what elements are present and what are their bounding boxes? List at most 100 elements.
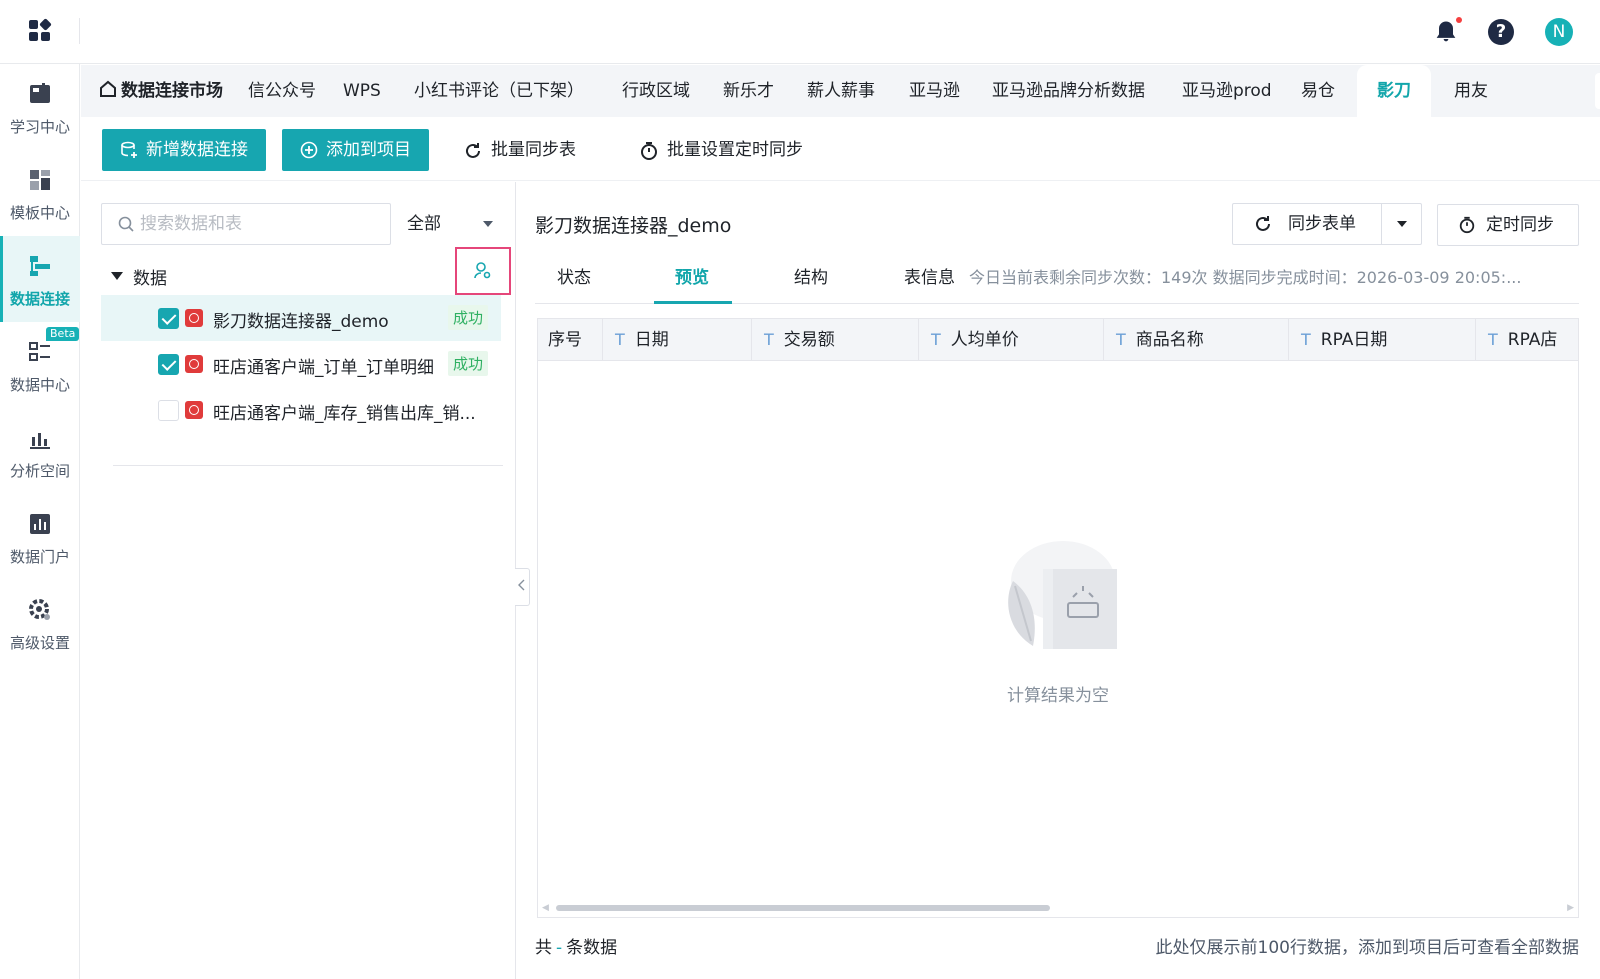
- row-count-value: -: [556, 938, 563, 958]
- sync-dropdown-button[interactable]: [1381, 204, 1421, 244]
- user-permission-button[interactable]: [455, 247, 511, 295]
- nav-item-settings[interactable]: 高级设置: [0, 580, 80, 666]
- batch-schedule-button[interactable]: 批量设置定时同步: [639, 129, 803, 171]
- text-type-icon: T: [764, 330, 774, 349]
- column-header[interactable]: T RPA店: [1476, 319, 1578, 360]
- nav-label: 数据连接: [9, 290, 70, 308]
- nav-label: 分析空间: [9, 462, 70, 480]
- content-tabs: 状态 预览 结构 表信息 今日当前表剩余同步次数：149次 数据同步完成时间：2…: [535, 258, 1579, 304]
- empty-state-illustration: [1008, 541, 1117, 649]
- row-label: 影刀数据连接器_demo: [213, 312, 389, 332]
- column-label: RPA店: [1507, 330, 1558, 350]
- home-icon: [100, 80, 116, 97]
- scheduled-sync-button[interactable]: 定时同步: [1437, 204, 1579, 246]
- batch-sync-button[interactable]: 批量同步表: [463, 129, 576, 171]
- add-to-project-label: 添加到项目: [326, 140, 411, 160]
- tab-connector[interactable]: 新乐才: [723, 65, 774, 117]
- bell-icon[interactable]: [1432, 18, 1460, 46]
- tree-row[interactable]: 影刀数据连接器_demo 成功: [101, 295, 501, 341]
- text-type-icon: T: [1301, 330, 1311, 349]
- tab-connector-active[interactable]: 影刀: [1357, 65, 1431, 117]
- column-header[interactable]: 序号: [538, 319, 603, 360]
- tab-home[interactable]: 数据连接市场: [99, 65, 223, 117]
- tab-connector[interactable]: 亚马逊品牌分析数据: [992, 65, 1145, 117]
- column-label: RPA日期: [1320, 330, 1388, 350]
- nav-item-learning[interactable]: 学习中心: [0, 64, 80, 150]
- text-type-icon: T: [615, 330, 625, 349]
- status-badge: 成功: [448, 305, 489, 330]
- nav-item-templates[interactable]: 模板中心: [0, 150, 80, 236]
- apps-grid-icon[interactable]: [29, 18, 52, 42]
- text-type-icon: T: [1116, 330, 1126, 349]
- grid-header: 序号 T 日期 T 交易额 T 人均单价 T 商品名称 T RPA日期 T RPA店: [538, 319, 1578, 361]
- tab-connector[interactable]: 信公众号: [248, 65, 316, 117]
- add-connection-icon: [121, 141, 137, 158]
- wangdiantong-source-icon: [185, 401, 203, 419]
- toolbar: 新增数据连接 添加到项目 批量同步表 批量设置定时同步: [81, 117, 1600, 181]
- row-checkbox[interactable]: [158, 400, 179, 421]
- tab-more-button[interactable]: [1595, 73, 1600, 109]
- template-icon: [30, 170, 50, 190]
- tab-connector[interactable]: 薪人薪事: [807, 65, 875, 117]
- new-connection-button[interactable]: 新增数据连接: [102, 129, 266, 171]
- table-info-label: 表信息: [904, 268, 955, 288]
- column-header[interactable]: T 商品名称: [1104, 319, 1289, 360]
- tab-status[interactable]: 状态: [557, 258, 591, 304]
- row-checkbox[interactable]: [158, 354, 179, 375]
- row-count: 共 - 条数据: [535, 933, 617, 958]
- analysis-icon: [30, 433, 50, 449]
- tab-connector[interactable]: WPS: [343, 65, 381, 117]
- collapse-panel-handle[interactable]: [515, 568, 530, 606]
- column-label: 交易额: [783, 330, 835, 350]
- tab-structure[interactable]: 结构: [794, 258, 828, 304]
- filter-select[interactable]: 全部: [401, 203, 501, 245]
- tab-connector[interactable]: 亚马逊: [909, 65, 960, 117]
- tree-row[interactable]: 旺店通客户端_库存_销售出库_销...: [101, 387, 501, 433]
- nav-item-data-connect[interactable]: 数据连接: [0, 236, 80, 322]
- tree-row[interactable]: 旺店通客户端_订单_订单明细 成功: [101, 341, 501, 387]
- sync-table-button[interactable]: 同步表单: [1233, 204, 1381, 244]
- column-label: 人均单价: [950, 330, 1019, 350]
- status-badge: 成功: [448, 351, 489, 376]
- column-header[interactable]: T RPA日期: [1289, 319, 1476, 360]
- tab-preview[interactable]: 预览: [675, 258, 709, 304]
- divider: [113, 465, 503, 466]
- learning-icon: [30, 83, 50, 103]
- column-label: 日期: [634, 330, 669, 350]
- column-header[interactable]: T 人均单价: [919, 319, 1104, 360]
- scroll-left-icon[interactable]: ◀: [542, 903, 549, 913]
- row-count-prefix: 共: [535, 938, 552, 958]
- nav-item-analysis[interactable]: 分析空间: [0, 408, 80, 494]
- add-to-project-button[interactable]: 添加到项目: [282, 129, 429, 171]
- caret-down-icon: [483, 221, 493, 227]
- help-icon[interactable]: ?: [1488, 19, 1514, 45]
- column-header[interactable]: T 交易额: [752, 319, 919, 360]
- divider: [79, 18, 80, 44]
- data-tree-panel: 全部 数据 影刀数据连接器_demo 成功 旺店通客户端_订单_订单明细 成功 …: [81, 182, 516, 979]
- nav-item-portal[interactable]: 数据门户: [0, 494, 80, 580]
- data-connect-icon: [30, 256, 50, 276]
- empty-state-text: 计算结果为空: [1007, 686, 1109, 706]
- table-info-text: 今日当前表剩余同步次数：149次 数据同步完成时间：2026-03-09 20:…: [969, 268, 1522, 287]
- column-header[interactable]: T 日期: [603, 319, 752, 360]
- row-label: 旺店通客户端_订单_订单明细: [213, 358, 434, 378]
- scrollbar-thumb[interactable]: [556, 905, 1050, 911]
- scroll-right-icon[interactable]: ▶: [1567, 903, 1574, 913]
- nav-item-data-center[interactable]: Beta 数据中心: [0, 322, 80, 408]
- tab-connector[interactable]: 易仓: [1301, 65, 1335, 117]
- tab-connector[interactable]: 小红书评论（已下架）: [414, 65, 584, 117]
- row-checkbox[interactable]: [158, 308, 179, 329]
- sync-split-button: 同步表单: [1232, 203, 1422, 245]
- tab-connector[interactable]: 用友: [1454, 65, 1488, 117]
- horizontal-scrollbar[interactable]: ◀ ▶: [542, 903, 1574, 913]
- tab-connector[interactable]: 亚马逊prod: [1182, 65, 1272, 117]
- tab-connector[interactable]: 行政区域: [622, 65, 690, 117]
- search-input[interactable]: [140, 212, 380, 236]
- preview-grid: 序号 T 日期 T 交易额 T 人均单价 T 商品名称 T RPA日期 T RPA店 计算结…: [537, 318, 1579, 918]
- nav-label: 学习中心: [9, 118, 70, 136]
- tree-root: 数据: [101, 260, 501, 292]
- expand-toggle-icon[interactable]: [111, 272, 123, 280]
- avatar[interactable]: N: [1545, 18, 1573, 46]
- nav-label: 数据门户: [9, 548, 70, 566]
- refresh-icon: [466, 143, 480, 158]
